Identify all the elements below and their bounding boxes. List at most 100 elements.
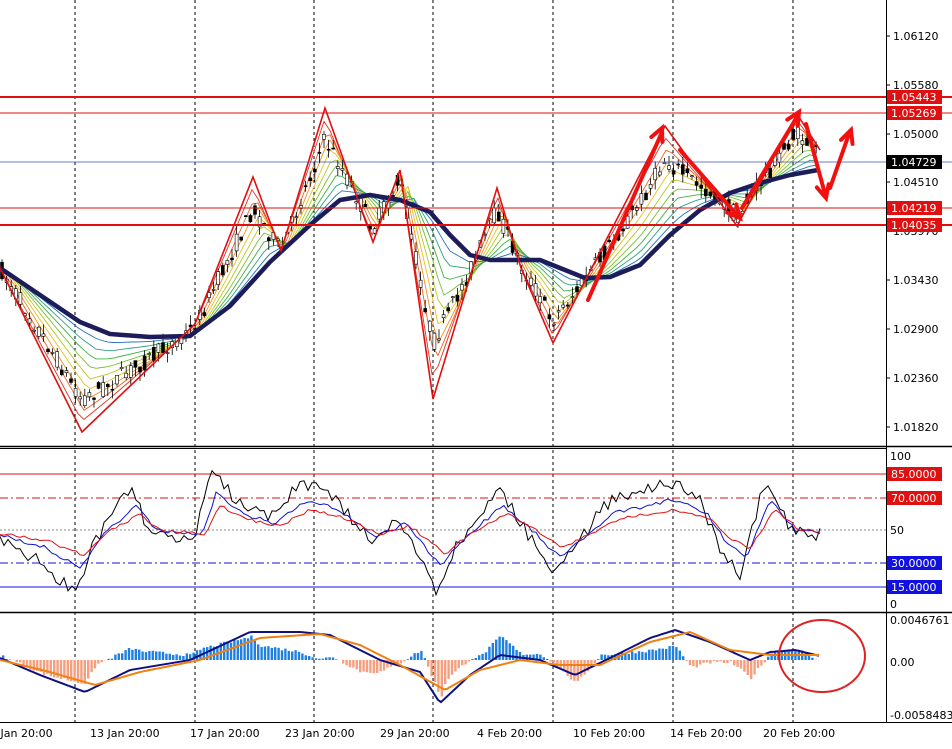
histogram-bar bbox=[84, 660, 86, 684]
histogram-bar bbox=[97, 660, 99, 664]
time-label: 13 Jan 20:00 bbox=[90, 727, 160, 740]
histogram-bar bbox=[655, 650, 657, 660]
candle-body bbox=[428, 321, 431, 331]
candle-body bbox=[28, 319, 31, 323]
candle-body bbox=[534, 284, 537, 297]
candle-body bbox=[212, 289, 215, 290]
candle-body bbox=[553, 324, 556, 325]
candle-body bbox=[327, 149, 330, 150]
histogram-bar bbox=[328, 657, 330, 660]
histogram-bar bbox=[305, 655, 307, 660]
histogram-bar bbox=[155, 651, 157, 660]
candle-body bbox=[47, 349, 50, 352]
histogram-bar bbox=[182, 656, 184, 660]
histogram-bar bbox=[709, 660, 711, 664]
histogram-bar bbox=[767, 657, 769, 660]
candle-body bbox=[148, 354, 151, 355]
histogram-bar bbox=[781, 652, 783, 660]
candle-body bbox=[231, 258, 234, 260]
candle-body bbox=[787, 144, 790, 149]
candle-body bbox=[254, 206, 257, 215]
histogram-bar bbox=[407, 659, 409, 660]
histogram-bar bbox=[124, 650, 126, 660]
candle-body bbox=[373, 229, 376, 234]
histogram-bar bbox=[294, 650, 296, 660]
histogram-bar bbox=[570, 660, 572, 680]
histogram-bar bbox=[485, 652, 487, 660]
candle-body bbox=[267, 238, 270, 241]
candle-body bbox=[640, 194, 643, 205]
histogram-bar bbox=[662, 649, 664, 660]
histogram-bar bbox=[209, 646, 211, 660]
candle-body bbox=[74, 388, 77, 396]
histogram-bar bbox=[546, 659, 548, 660]
candle-body bbox=[562, 305, 565, 307]
histogram-bar bbox=[464, 660, 466, 665]
chart-background bbox=[0, 0, 952, 745]
histogram-bar bbox=[434, 660, 436, 682]
candle-body bbox=[102, 383, 105, 397]
price-label: 1.02360 bbox=[893, 372, 939, 385]
histogram-bar bbox=[488, 647, 490, 660]
histogram-bar bbox=[719, 660, 721, 661]
price-label: 1.03430 bbox=[893, 274, 939, 287]
histogram-bar bbox=[682, 656, 684, 660]
candle-body bbox=[249, 216, 252, 222]
candle-body bbox=[162, 343, 165, 353]
histogram-bar bbox=[444, 660, 446, 684]
candle-body bbox=[313, 169, 316, 172]
candle-body bbox=[792, 129, 795, 139]
histogram-bar bbox=[696, 660, 698, 667]
price-label: 1.01820 bbox=[893, 421, 939, 434]
candle-body bbox=[336, 167, 339, 169]
time-label: 29 Jan 20:00 bbox=[380, 727, 450, 740]
candle-body bbox=[60, 370, 63, 375]
histogram-bar bbox=[706, 660, 708, 662]
time-label: 7 Jan 20:00 bbox=[0, 727, 53, 740]
candle-body bbox=[364, 204, 367, 206]
macd-scale-zero: 0.00 bbox=[890, 656, 915, 669]
candle-body bbox=[493, 208, 496, 223]
trading-chart-window[interactable]: 1.061201.055801.050001.045101.039701.034… bbox=[0, 0, 952, 745]
candle-body bbox=[456, 295, 459, 301]
histogram-bar bbox=[454, 660, 456, 672]
histogram-bar bbox=[492, 643, 494, 660]
candle-body bbox=[645, 193, 648, 200]
histogram-bar bbox=[16, 660, 18, 662]
histogram-bar bbox=[308, 656, 310, 660]
candle-body bbox=[56, 352, 59, 367]
candle-body bbox=[235, 234, 238, 251]
price-tag-value: 1.05443 bbox=[891, 91, 937, 104]
histogram-bar bbox=[730, 660, 732, 661]
histogram-bar bbox=[740, 660, 742, 669]
chart-canvas[interactable]: 1.061201.055801.050001.045101.039701.034… bbox=[0, 0, 952, 745]
candle-body bbox=[70, 379, 73, 383]
candle-body bbox=[695, 182, 698, 186]
histogram-bar bbox=[264, 647, 266, 661]
candle-body bbox=[37, 327, 40, 336]
histogram-bar bbox=[271, 648, 273, 660]
histogram-bar bbox=[519, 652, 521, 660]
histogram-bar bbox=[757, 660, 759, 668]
histogram-bar bbox=[471, 659, 473, 660]
candle-body bbox=[691, 176, 694, 177]
candle-body bbox=[658, 172, 661, 175]
candle-body bbox=[129, 366, 132, 378]
rsi-tag-value: 85.0000 bbox=[891, 468, 937, 481]
time-axis[interactable]: 7 Jan 20:0013 Jan 20:0017 Jan 20:0023 Ja… bbox=[0, 727, 835, 740]
time-label: 14 Feb 20:00 bbox=[670, 727, 742, 740]
candle-body bbox=[686, 169, 689, 173]
histogram-bar bbox=[274, 647, 276, 660]
candle-body bbox=[51, 352, 54, 353]
histogram-bar bbox=[362, 660, 364, 672]
histogram-bar bbox=[478, 655, 480, 660]
histogram-bar bbox=[733, 660, 735, 665]
candle-body bbox=[116, 375, 119, 384]
time-label: 17 Jan 20:00 bbox=[190, 727, 260, 740]
histogram-bar bbox=[658, 649, 660, 661]
histogram-bar bbox=[165, 654, 167, 660]
candle-body bbox=[378, 208, 381, 219]
rsi-tag-value: 15.0000 bbox=[891, 581, 937, 594]
histogram-bar bbox=[281, 650, 283, 660]
histogram-bar bbox=[301, 654, 303, 661]
